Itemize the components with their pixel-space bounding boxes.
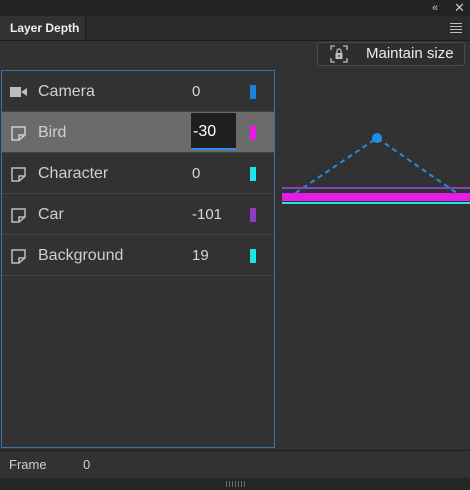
bird-depth-bar [282, 193, 470, 201]
layer-color-swatch [250, 167, 256, 181]
maintain-size-label: Maintain size [366, 45, 454, 62]
layer-row-bird[interactable]: Bird -30 [2, 112, 274, 153]
layer-name: Bird [38, 124, 67, 141]
tab-layer-depth[interactable]: Layer Depth [0, 16, 86, 40]
car-depth-line [282, 187, 470, 189]
frame-label: Frame [9, 457, 47, 472]
layer-name: Background [38, 247, 124, 264]
layer-row-character[interactable]: Character 0 [2, 153, 274, 194]
lock-icon [330, 45, 348, 63]
double-chevron-left-icon[interactable]: « [432, 0, 438, 16]
layer-row-camera[interactable]: Camera 0 [2, 71, 274, 112]
layer-icon [11, 249, 26, 264]
layer-name: Character [38, 165, 109, 182]
panel-bottom-bar [0, 478, 470, 490]
layer-color-swatch [250, 85, 256, 99]
layer-depth-value[interactable]: -30 [193, 113, 216, 150]
camera-icon [10, 87, 27, 97]
frame-value: 0 [83, 457, 91, 472]
layer-icon [11, 126, 26, 141]
hamburger-menu-icon[interactable] [450, 23, 462, 33]
layer-depth-value[interactable]: -101 [192, 194, 222, 236]
resize-grip[interactable] [226, 481, 246, 487]
layer-icon [11, 208, 26, 223]
layer-name: Car [38, 206, 64, 223]
depth-preview [282, 133, 470, 204]
layer-color-swatch [250, 249, 256, 263]
close-icon[interactable]: ✕ [454, 0, 465, 16]
layer-depth-value[interactable]: 0 [192, 153, 200, 195]
layer-list: Camera 0 Bird -30 Character 0 Car -101 B… [1, 70, 275, 448]
maintain-size-button[interactable]: Maintain size [317, 42, 465, 66]
layer-name: Camera [38, 83, 95, 100]
panel-tab-bar: Layer Depth [0, 16, 470, 41]
layer-color-swatch [250, 208, 256, 222]
layer-icon [11, 167, 26, 182]
layer-row-background[interactable]: Background 19 [2, 235, 274, 276]
tab-label: Layer Depth [10, 21, 80, 35]
layer-depth-value[interactable]: 0 [192, 71, 200, 113]
layer-row-car[interactable]: Car -101 [2, 194, 274, 235]
layer-depth-value[interactable]: 19 [192, 235, 209, 277]
camera-position-marker [372, 133, 382, 143]
depth-edit-field[interactable]: -30 [191, 113, 236, 150]
character-depth-line [282, 202, 470, 204]
footer: Frame 0 [0, 450, 470, 479]
panel-top-strip: « ✕ [0, 0, 470, 16]
layer-color-swatch [250, 126, 256, 140]
